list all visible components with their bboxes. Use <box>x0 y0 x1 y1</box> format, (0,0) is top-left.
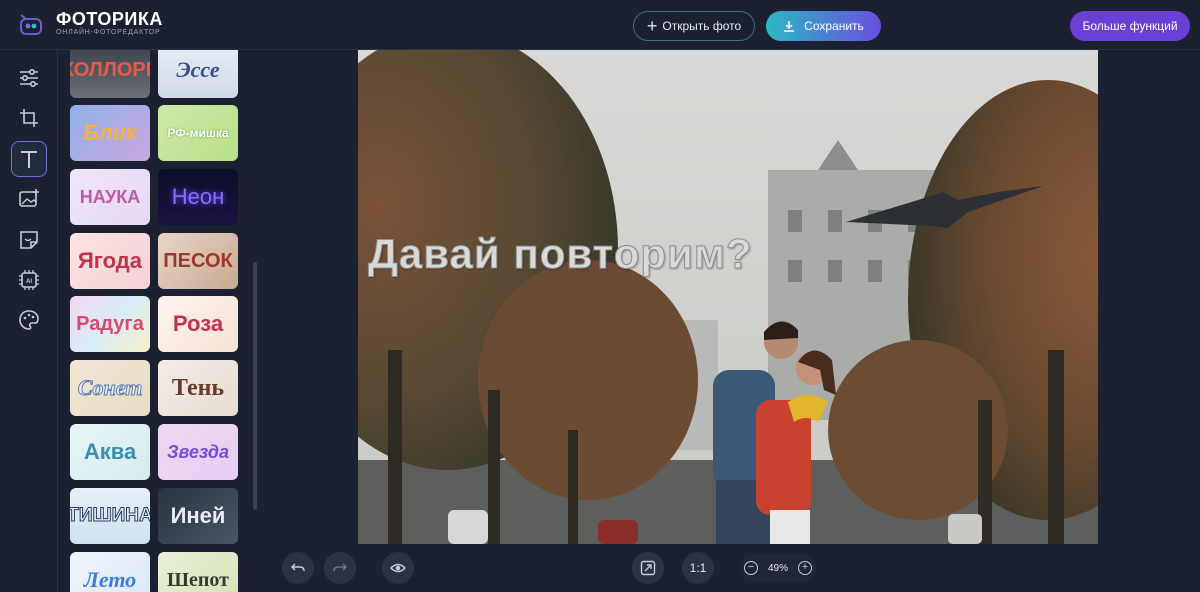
preset-label: РФ-мишка <box>167 126 229 140</box>
preview-button[interactable] <box>382 552 414 584</box>
open-photo-label: Открыть фото <box>662 19 742 33</box>
adjust-icon <box>20 68 38 88</box>
ai-icon: AI <box>19 270 39 290</box>
preset-label: Тень <box>171 375 225 401</box>
logo-icon <box>18 11 44 37</box>
preset-label: Иней <box>170 503 226 528</box>
preset-tile[interactable]: Сонет <box>70 360 150 416</box>
actual-size-button[interactable]: 1:1 <box>682 552 714 584</box>
open-photo-button[interactable]: + Открыть фото <box>633 11 755 41</box>
photo-image <box>358 50 1098 544</box>
photo-canvas[interactable] <box>358 50 1098 544</box>
preset-tile[interactable]: Ягода <box>70 233 150 289</box>
preset-tile[interactable]: РФ-мишка <box>158 105 238 161</box>
svg-text:AI: AI <box>26 279 32 285</box>
tool-ai[interactable]: AI <box>11 262 47 298</box>
save-button[interactable]: Сохранить <box>766 11 881 41</box>
fit-screen-icon <box>640 560 656 576</box>
preset-tile[interactable]: Шепот <box>158 552 238 592</box>
tool-crop[interactable] <box>11 100 47 136</box>
bottom-toolbar: 1:1 <box>262 544 1200 592</box>
preset-tile[interactable]: Неон <box>158 169 238 225</box>
more-features-button[interactable]: Больше функций <box>1070 11 1190 41</box>
tool-rail: AI <box>0 50 58 592</box>
fit-screen-button[interactable] <box>632 552 664 584</box>
preset-label: Аква <box>83 439 137 464</box>
zoom-in-button[interactable]: + <box>797 561 812 575</box>
tool-palette[interactable] <box>11 302 47 338</box>
undo-button[interactable] <box>282 552 314 584</box>
preset-label: Шепот <box>167 569 229 591</box>
tool-sticker[interactable] <box>11 222 47 258</box>
crop-icon <box>20 109 38 127</box>
eye-icon <box>390 563 406 573</box>
app-window: ФОТОРИКА ОНЛАЙН-ФОТОРЕДАКТОР + Открыть ф… <box>0 0 1200 592</box>
zoom-value: 49% <box>767 562 788 574</box>
more-features-label: Больше функций <box>1082 19 1178 33</box>
preset-label: Звезда <box>166 442 230 462</box>
undo-icon <box>291 563 305 572</box>
preset-label: Роза <box>172 311 224 336</box>
preset-label: Блик <box>82 120 138 145</box>
preset-label: ТИШИНА <box>70 505 150 527</box>
palette-icon <box>19 310 39 330</box>
preset-label: Ягода <box>77 248 143 273</box>
preset-label: Радуга <box>76 313 144 335</box>
preset-tile[interactable]: Иней <box>158 488 238 544</box>
preset-tile[interactable]: ПЕСОК <box>158 233 238 289</box>
plus-icon: + <box>646 16 658 36</box>
save-label: Сохранить <box>804 19 864 33</box>
tool-text[interactable] <box>11 141 47 177</box>
top-bar: ФОТОРИКА ОНЛАЙН-ФОТОРЕДАКТОР + Открыть ф… <box>0 0 1200 50</box>
preset-tile[interactable]: Тень <box>158 360 238 416</box>
tool-add-image[interactable] <box>11 181 47 217</box>
preset-label: Лето <box>83 567 137 592</box>
logo[interactable]: ФОТОРИКА ОНЛАЙН-ФОТОРЕДАКТОР <box>18 10 163 37</box>
preset-label: ПЕСОК <box>163 250 233 272</box>
preset-tile[interactable]: ХОЛЛОРЕ <box>70 50 150 98</box>
redo-button[interactable] <box>324 552 356 584</box>
preset-tile[interactable]: ТИШИНА <box>70 488 150 544</box>
panel-scrollbar[interactable] <box>253 262 257 510</box>
text-presets-panel: ХОЛЛОРЕ Эссе Блик РФ-мишка НАУКА Неон Яг… <box>58 50 262 592</box>
add-image-icon <box>19 189 39 207</box>
preset-label: Сонет <box>77 375 143 400</box>
preset-tile[interactable]: Блик <box>70 105 150 161</box>
app-title: ФОТОРИКА <box>56 9 163 29</box>
redo-icon <box>333 563 347 572</box>
preset-label: Эссе <box>176 57 220 82</box>
preset-tile[interactable]: Аква <box>70 424 150 480</box>
sticker-icon <box>20 231 38 249</box>
zoom-out-button[interactable]: − <box>744 561 758 575</box>
download-icon <box>784 21 795 32</box>
text-icon <box>21 151 37 168</box>
preset-label: НАУКА <box>79 187 141 207</box>
tool-adjust[interactable] <box>11 60 47 96</box>
preset-tile[interactable]: Лето <box>70 552 150 592</box>
canvas-text-layer[interactable]: Давай повторим? <box>368 230 753 278</box>
preset-tile[interactable]: Звезда <box>158 424 238 480</box>
preset-tile[interactable]: Эссе <box>158 50 238 98</box>
zoom-control: − 49% + <box>740 554 816 582</box>
preset-label: ХОЛЛОРЕ <box>70 59 150 81</box>
preset-tile[interactable]: НАУКА <box>70 169 150 225</box>
preset-label: Неон <box>171 184 225 209</box>
preset-tile[interactable]: Роза <box>158 296 238 352</box>
preset-tile[interactable]: Радуга <box>70 296 150 352</box>
app-subtitle: ОНЛАЙН-ФОТОРЕДАКТОР <box>56 29 161 36</box>
actual-size-label: 1:1 <box>689 561 707 575</box>
